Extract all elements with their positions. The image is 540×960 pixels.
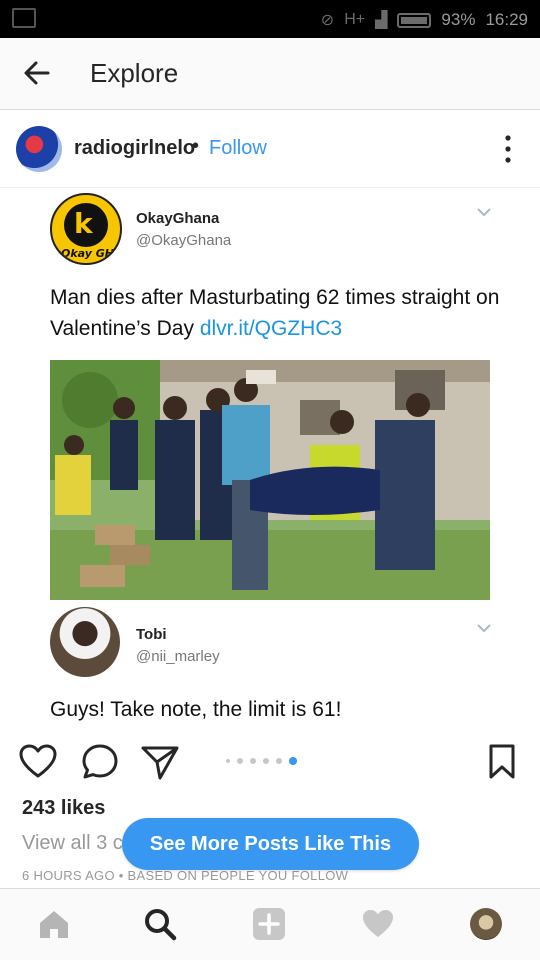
reply-author-handle: @nii_marley <box>136 648 220 665</box>
follow-button[interactable]: Follow <box>209 137 267 160</box>
separator-dot: • <box>192 135 200 157</box>
battery-percent: 93% <box>441 10 476 29</box>
reply-author-avatar <box>50 607 120 677</box>
reply-author-name: Tobi <box>136 626 167 643</box>
news-photo <box>50 360 490 600</box>
chevron-down-icon <box>477 208 491 217</box>
dnd-icon: ⊘ <box>320 12 335 29</box>
send-icon[interactable] <box>140 742 180 782</box>
bookmark-icon[interactable] <box>482 742 522 782</box>
chevron-down-icon <box>477 624 491 633</box>
carousel-indicator <box>226 757 297 765</box>
arrow-left-icon[interactable] <box>20 56 54 90</box>
page-title: Explore <box>90 58 179 88</box>
more-vertical-icon[interactable] <box>502 134 514 164</box>
carousel-dot <box>226 759 230 763</box>
okayghana-logo: k Okay GH <box>50 193 122 265</box>
home-icon[interactable] <box>36 906 72 942</box>
tweet-author-name: OkayGhana <box>136 210 220 227</box>
carousel-dot <box>263 758 269 764</box>
signal-icon: ▟ <box>375 12 388 29</box>
carousel-dot <box>237 758 243 764</box>
status-icons: ⊘ H+ ▟ 93% 16:29 <box>321 8 528 32</box>
top-bar: Explore <box>0 38 540 110</box>
reply-text: Guys! Take note, the limit is 61! <box>50 698 342 721</box>
carousel-dot <box>276 758 282 764</box>
post-header: radiogirlnelo • Follow <box>0 110 540 188</box>
tweet-author-handle: @OkayGhana <box>136 232 232 249</box>
see-more-posts-button[interactable]: See More Posts Like This <box>122 818 419 870</box>
carousel-dot-active <box>289 757 297 765</box>
add-post-icon[interactable] <box>251 906 287 942</box>
tweet-link: dlvr.it/QGZHC3 <box>199 317 343 340</box>
likes-count[interactable]: 243 likes <box>22 797 105 820</box>
username-link[interactable]: radiogirlnelo <box>74 137 195 160</box>
heart-outline-icon[interactable] <box>18 742 58 782</box>
battery-icon <box>397 12 432 28</box>
profile-avatar[interactable] <box>470 908 502 940</box>
view-all-comments-link[interactable]: View all 3 c <box>22 832 123 855</box>
status-bar: ⊘ H+ ▟ 93% 16:29 <box>0 0 540 38</box>
tweet-text: Man dies after Masturbating 62 times str… <box>50 282 500 344</box>
post-meta: 6 HOURS AGO • BASED ON PEOPLE YOU FOLLOW <box>22 868 349 883</box>
clock: 16:29 <box>485 10 528 29</box>
search-icon[interactable] <box>142 906 178 942</box>
carousel-dot <box>250 758 256 764</box>
avatar[interactable] <box>16 126 62 172</box>
activity-heart-icon[interactable] <box>360 906 396 942</box>
network-type: H+ <box>344 11 366 28</box>
comment-icon[interactable] <box>80 742 120 782</box>
image-icon <box>12 8 36 28</box>
